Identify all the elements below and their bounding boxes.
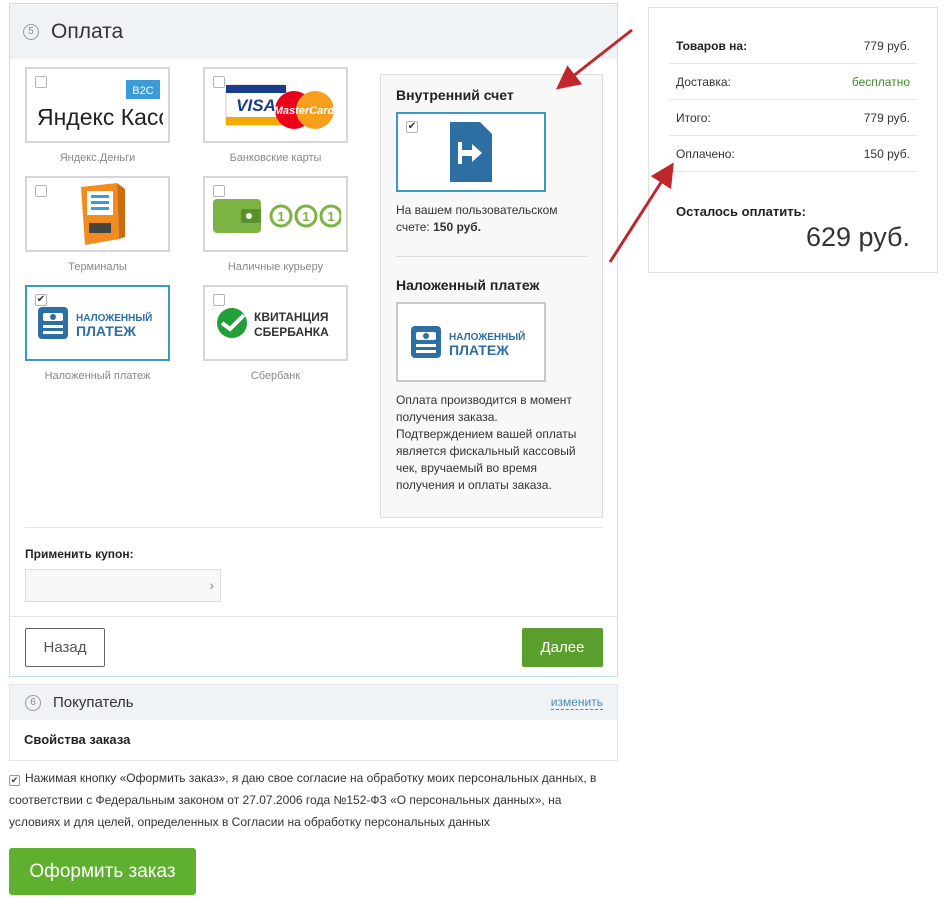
order-properties-heading: Свойства заказа (24, 732, 131, 747)
cod-description: Оплата производится в момент получения з… (396, 393, 577, 492)
svg-text:VISA: VISA (236, 96, 276, 115)
payment-method-card[interactable]: КВИТАНЦИЯ СБЕРБАНКА (203, 285, 348, 361)
buyer-title: Покупатель (53, 694, 134, 711)
back-button[interactable]: Назад (25, 628, 105, 667)
payment-method-card[interactable]: 1 1 1 (203, 176, 348, 252)
cod-logo: НАЛОЖЕННЫЙ ПЛАТЕЖ (37, 307, 152, 339)
buyer-section: 6 Покупатель изменить Свойства заказа (9, 684, 618, 761)
consent-text-block: ✔ Нажимая кнопку «Оформить заказ», я даю … (9, 767, 614, 833)
payment-method-card[interactable]: VISA MasterCard (203, 67, 348, 143)
sberbank-logo: КВИТАНЦИЯ СБЕРБАНКА (216, 308, 329, 339)
summary-label: Доставка: (676, 74, 731, 89)
svg-text:1: 1 (327, 209, 334, 224)
svg-text:ПЛАТЕЖ: ПЛАТЕЖ (76, 323, 136, 339)
svg-text:КВИТАНЦИЯ: КВИТАНЦИЯ (254, 310, 329, 324)
payment-method-card[interactable]: B2C Яндекс Касса (25, 67, 170, 143)
inner-account-checkbox[interactable]: ✔ (406, 121, 418, 133)
summary-label: Оплачено: (676, 146, 735, 161)
summary-value: бесплатно (851, 74, 910, 89)
cod-logo: НАЛОЖЕННЫЙ ПЛАТЕЖ (411, 326, 525, 358)
summary-label: Итого: (676, 110, 711, 125)
inner-account-balance: 150 руб. (433, 220, 482, 234)
step-number: 6 (25, 694, 41, 711)
remaining-label: Осталось оплатить: (676, 204, 806, 219)
consent-checkbox[interactable]: ✔ (9, 775, 20, 786)
coupon-input[interactable]: › (25, 569, 221, 602)
cod-title: Наложенный платеж (396, 277, 540, 293)
consent-text: Нажимая кнопку «Оформить заказ», я даю с… (9, 771, 597, 829)
payment-method-label: Наличные курьеру (227, 261, 324, 273)
terminal-icon (80, 183, 125, 245)
payment-method-cod[interactable]: ✔ НАЛОЖЕННЫЙ ПЛАТЕЖ Наложенный платеж (25, 285, 170, 382)
payment-method-label: Наложенный платеж (44, 370, 151, 382)
inner-account-title: Внутренний счет (396, 87, 514, 103)
order-summary: Товаров на: 779 руб. Доставка: бесплатно… (648, 7, 938, 273)
payment-method-card[interactable] (25, 176, 170, 252)
payment-method-label: Яндекс.Деньги (59, 152, 136, 164)
divider (396, 256, 587, 257)
divider (10, 616, 617, 617)
place-order-button[interactable]: Оформить заказ (9, 848, 196, 895)
svg-text:ПЛАТЕЖ: ПЛАТЕЖ (449, 342, 509, 358)
cod-card: НАЛОЖЕННЫЙ ПЛАТЕЖ (396, 302, 546, 382)
summary-row: Доставка: бесплатно (669, 64, 917, 100)
payment-method-terminals[interactable]: Терминалы (25, 176, 170, 273)
svg-text:1: 1 (277, 209, 284, 224)
svg-text:Яндекс Касса: Яндекс Касса (37, 104, 163, 130)
svg-text:СБЕРБАНКА: СБЕРБАНКА (254, 325, 329, 339)
payment-method-checkbox[interactable] (35, 76, 47, 88)
next-button[interactable]: Далее (522, 628, 603, 667)
step-number: 5 (23, 23, 39, 40)
inner-account-card[interactable]: ✔ (396, 112, 546, 192)
document-arrow-icon (450, 122, 492, 182)
svg-text:1: 1 (302, 209, 309, 224)
svg-text:B2C: B2C (132, 85, 153, 97)
payment-header: 5 Оплата (10, 4, 617, 59)
divider (25, 527, 603, 528)
summary-value: 150 руб. (863, 146, 910, 161)
payment-method-label: Сбербанк (250, 370, 301, 382)
summary-row: Товаров на: 779 руб. (669, 28, 917, 64)
buyer-header: 6 Покупатель (10, 685, 617, 720)
inner-account-text: На вашем пользовательском счете: 150 руб… (396, 203, 558, 234)
summary-value: 779 руб. (863, 38, 910, 53)
payment-method-cards[interactable]: VISA MasterCard Банковские карты (203, 67, 348, 164)
visa-mastercard-logo: VISA MasterCard (225, 84, 334, 129)
payment-method-checkbox[interactable] (213, 185, 225, 197)
wallet-coins-icon: 1 1 1 (212, 199, 341, 233)
payment-method-checkbox[interactable]: ✔ (35, 294, 47, 306)
summary-label: Товаров на: (676, 38, 748, 53)
remaining-value: 629 руб. (805, 222, 910, 252)
payment-method-label: Терминалы (68, 261, 127, 273)
payment-method-checkbox[interactable] (213, 294, 225, 306)
payment-info-panel: Внутренний счет ✔ На вашем пользовательс… (380, 74, 603, 518)
summary-row: Итого: 779 руб. (669, 100, 917, 136)
payment-method-checkbox[interactable] (213, 76, 225, 88)
yandex-kassa-logo: B2C Яндекс Касса (37, 80, 163, 130)
payment-method-label: Банковские карты (229, 152, 322, 164)
coupon-label: Применить купон: (25, 547, 134, 561)
payment-method-yandex[interactable]: B2C Яндекс Касса Яндекс.Деньги (25, 67, 170, 164)
payment-method-checkbox[interactable] (35, 185, 47, 197)
summary-value: 779 руб. (863, 110, 910, 125)
chevron-right-icon[interactable]: › (209, 577, 214, 593)
svg-text:MasterCard: MasterCard (273, 105, 334, 117)
payment-method-card[interactable]: ✔ НАЛОЖЕННЫЙ ПЛАТЕЖ (25, 285, 170, 361)
payment-method-cash[interactable]: 1 1 1 Наличные курьеру (203, 176, 348, 273)
summary-row: Оплачено: 150 руб. (669, 136, 917, 172)
payment-section: 5 Оплата B2C Яндекс Касса Яндекс.Деньги … (9, 3, 618, 677)
buyer-edit-link[interactable]: изменить (550, 696, 603, 710)
payment-method-sberbank[interactable]: КВИТАНЦИЯ СБЕРБАНКА Сбербанк (203, 285, 348, 382)
payment-title: Оплата (51, 19, 124, 43)
